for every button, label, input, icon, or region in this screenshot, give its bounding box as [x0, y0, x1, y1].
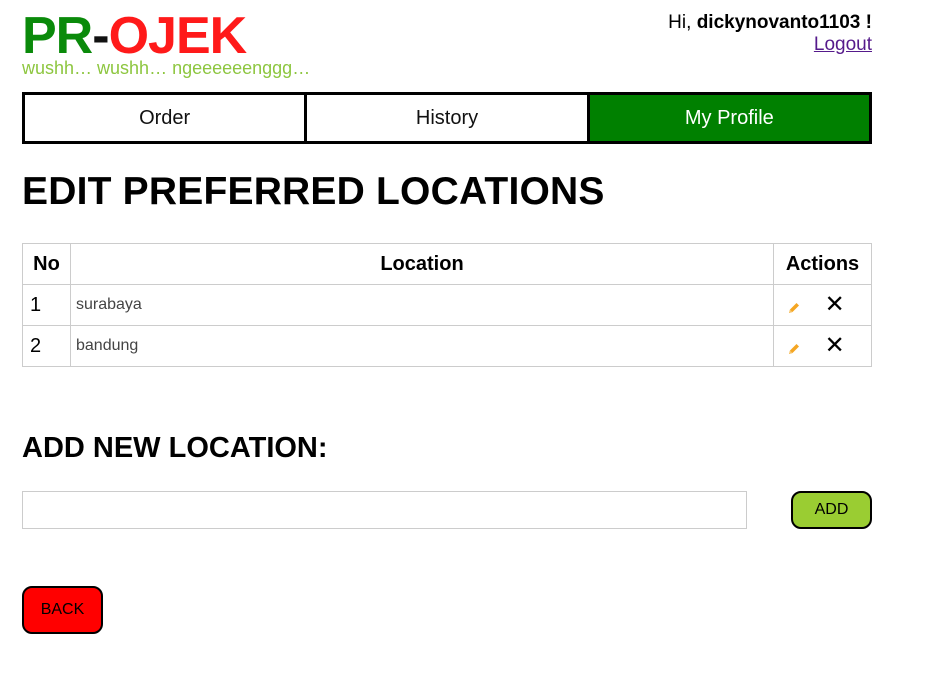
row-actions: ✕ — [773, 325, 872, 367]
tab-history[interactable]: History — [307, 95, 590, 141]
table-header-row: No Location Actions — [22, 243, 872, 285]
logo-title: PR-OJEK — [22, 7, 248, 65]
logo-pr: PR — [22, 7, 93, 65]
row-actions: ✕ — [773, 284, 872, 326]
logo: PR-OJEK — [22, 7, 248, 65]
edit-pencil-icon[interactable] — [787, 298, 801, 313]
row-location: bandung — [70, 325, 774, 367]
username: dickynovanto1103 — [696, 12, 861, 33]
delete-close-icon[interactable]: ✕ — [825, 334, 845, 358]
logo-dash: - — [92, 7, 109, 65]
row-no: 2 — [22, 325, 71, 367]
header-actions: Actions — [773, 243, 872, 285]
main-nav: Order History My Profile — [22, 92, 872, 144]
back-button[interactable]: BACK — [22, 586, 103, 634]
tab-my-profile[interactable]: My Profile — [589, 95, 869, 141]
user-box: Hi, dickynovanto1103 ! Logout — [668, 12, 872, 56]
logo-ojek: OJEK — [108, 7, 248, 65]
new-location-input[interactable] — [22, 491, 747, 529]
logout-link[interactable]: Logout — [814, 34, 872, 56]
locations-table: No Location Actions 1 surabaya ✕ 2 bandu… — [22, 243, 872, 367]
delete-close-icon[interactable]: ✕ — [825, 293, 845, 317]
table-row: 1 surabaya ✕ — [22, 284, 872, 326]
row-no: 1 — [22, 284, 71, 326]
table-row: 2 bandung ✕ — [22, 325, 872, 367]
page-title: EDIT PREFERRED LOCATIONS — [22, 170, 605, 213]
header-location: Location — [70, 243, 774, 285]
greeting-exclaim: ! — [865, 12, 872, 33]
tab-order[interactable]: Order — [25, 95, 308, 141]
greeting-text: Hi, — [668, 12, 692, 33]
add-location-title: ADD NEW LOCATION: — [22, 432, 328, 464]
edit-pencil-icon[interactable] — [787, 339, 801, 354]
header-no: No — [22, 243, 71, 285]
tagline: wushh… wushh… ngeeeeeenggg… — [22, 58, 311, 78]
user-greeting-line: Hi, dickynovanto1103 ! — [668, 12, 872, 34]
add-button[interactable]: ADD — [791, 491, 872, 529]
row-location: surabaya — [70, 284, 774, 326]
